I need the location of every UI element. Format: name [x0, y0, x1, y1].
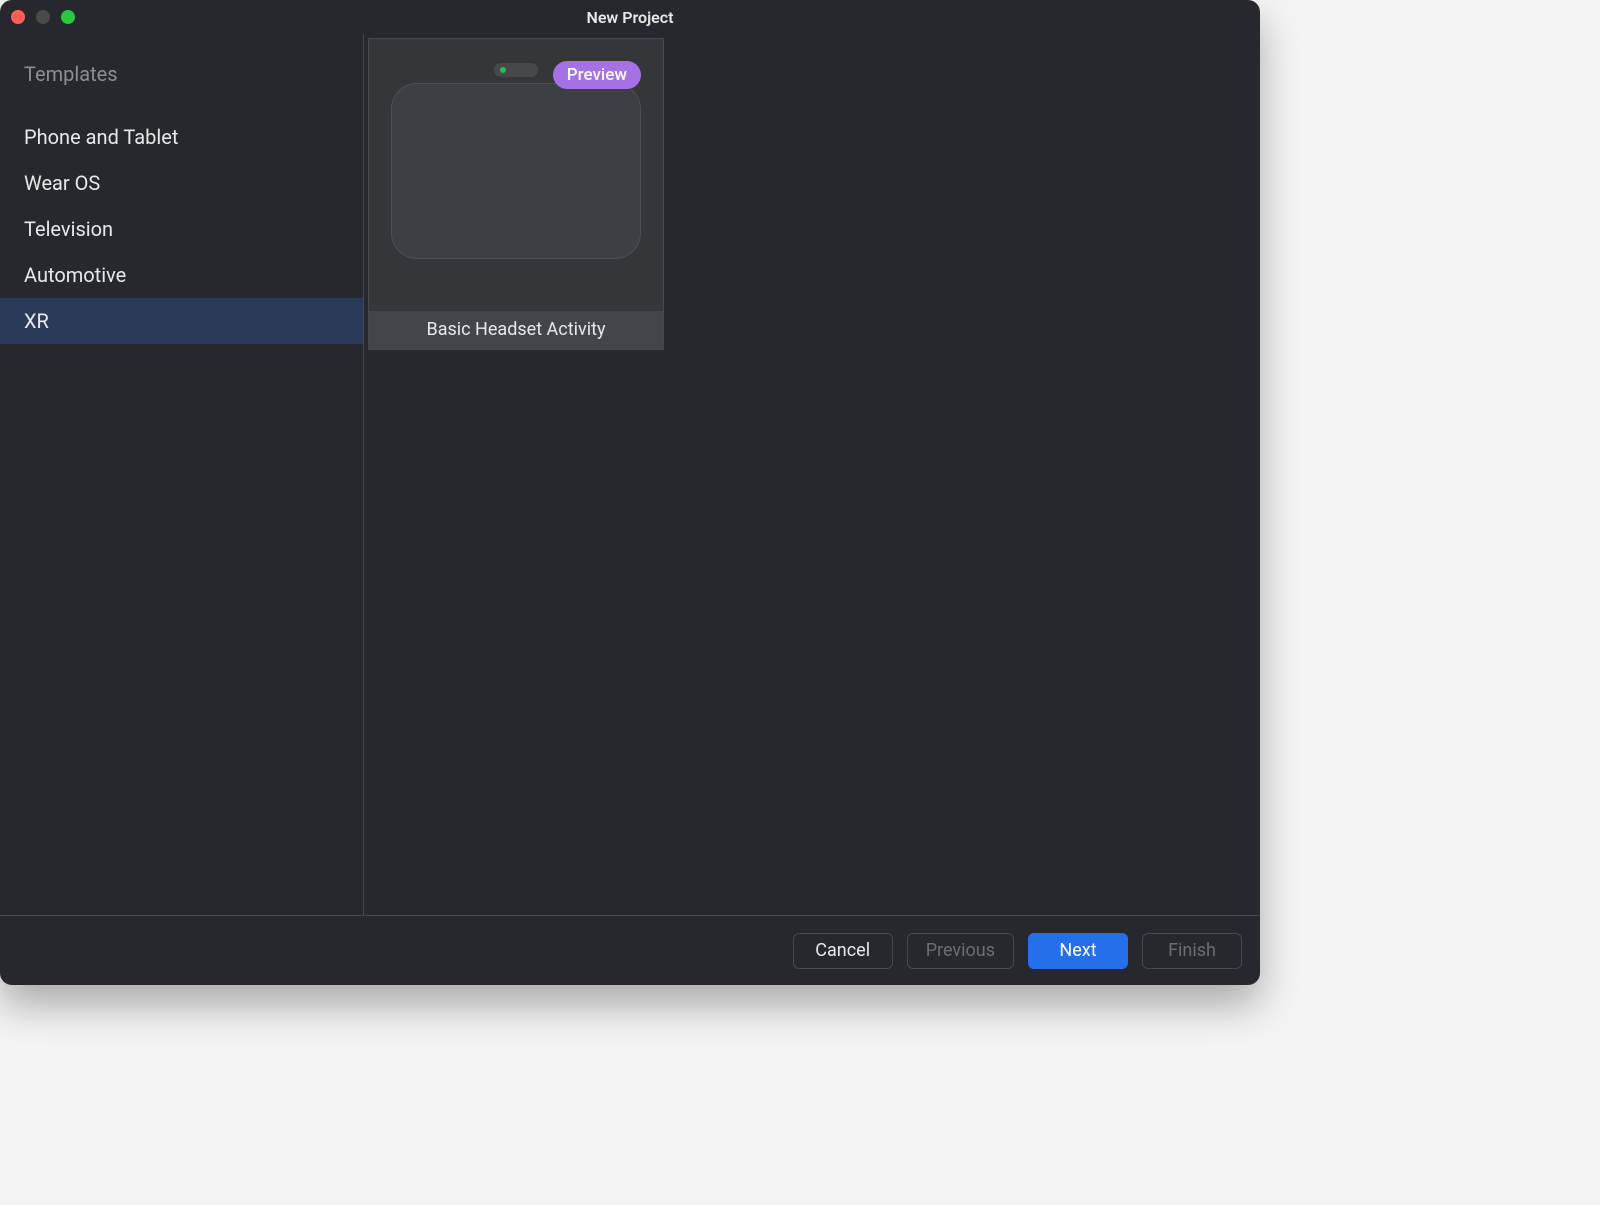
minimize-window-icon[interactable] [36, 10, 50, 24]
sidebar-item-label: Automotive [24, 263, 126, 287]
sidebar-heading: Templates [0, 62, 363, 114]
sidebar-item-xr[interactable]: XR [0, 298, 363, 344]
sidebar: Templates Phone and Tablet Wear OS Telev… [0, 34, 364, 915]
template-preview: Preview [369, 39, 663, 311]
titlebar: New Project [0, 0, 1260, 34]
traffic-lights [11, 10, 75, 24]
cancel-button[interactable]: Cancel [793, 933, 893, 969]
sidebar-item-label: Television [24, 217, 113, 241]
dialog-body: Templates Phone and Tablet Wear OS Telev… [0, 34, 1260, 915]
previous-button[interactable]: Previous [907, 933, 1014, 969]
preview-badge: Preview [553, 61, 641, 89]
sidebar-item-television[interactable]: Television [0, 206, 363, 252]
finish-button[interactable]: Finish [1142, 933, 1242, 969]
sidebar-item-phone-and-tablet[interactable]: Phone and Tablet [0, 114, 363, 160]
device-screen-icon [391, 83, 641, 259]
sidebar-item-wear-os[interactable]: Wear OS [0, 160, 363, 206]
template-grid: Preview Basic Headset Activity [364, 34, 1260, 915]
zoom-window-icon[interactable] [61, 10, 75, 24]
template-card-basic-headset-activity[interactable]: Preview Basic Headset Activity [368, 38, 664, 350]
footer: Cancel Previous Next Finish [0, 915, 1260, 985]
sidebar-item-automotive[interactable]: Automotive [0, 252, 363, 298]
sidebar-item-label: Wear OS [24, 171, 100, 195]
window-title: New Project [587, 8, 674, 27]
sidebar-item-label: XR [24, 309, 49, 333]
close-window-icon[interactable] [11, 10, 25, 24]
next-button[interactable]: Next [1028, 933, 1128, 969]
new-project-dialog: New Project Templates Phone and Tablet W… [0, 0, 1260, 985]
device-notch-icon [494, 63, 538, 77]
template-label: Basic Headset Activity [369, 311, 663, 349]
sidebar-item-label: Phone and Tablet [24, 125, 178, 149]
